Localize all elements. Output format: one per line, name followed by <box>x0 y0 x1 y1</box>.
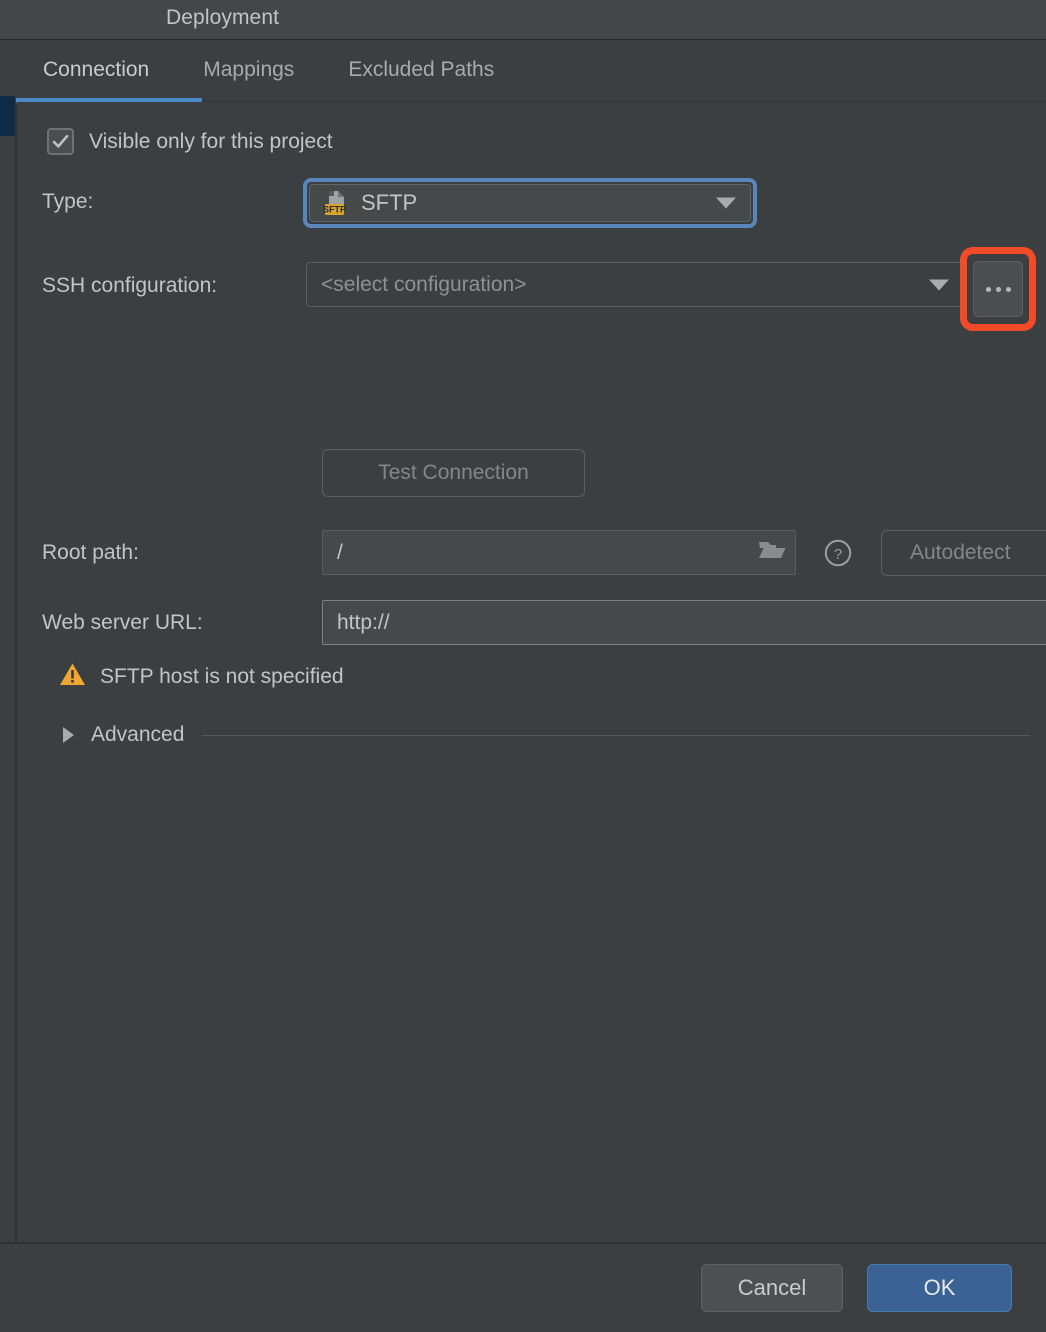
chevron-down-icon <box>929 279 949 290</box>
question-circle-icon[interactable]: ? <box>823 538 853 568</box>
folder-open-icon[interactable] <box>757 538 787 567</box>
type-value: SFTP <box>361 190 418 215</box>
root-path-input[interactable]: / <box>322 530 796 575</box>
advanced-section-toggle[interactable]: Advanced <box>51 717 1034 753</box>
tab-bar: Connection Mappings Excluded Paths <box>16 41 1046 102</box>
cancel-button[interactable]: Cancel <box>701 1264 843 1312</box>
visible-only-row: Visible only for this project <box>47 128 333 155</box>
test-connection-label: Test Connection <box>378 461 529 484</box>
tab-connection-label: Connection <box>43 58 150 81</box>
chevron-right-icon <box>63 727 74 743</box>
root-path-value: / <box>337 540 343 564</box>
ok-button[interactable]: OK <box>867 1264 1012 1312</box>
test-connection-button[interactable]: Test Connection <box>322 449 585 497</box>
ssh-configuration-combobox[interactable]: <select configuration> <box>306 262 964 307</box>
type-label: Type: <box>42 190 94 213</box>
connection-panel: Visible only for this project Type: SFTP… <box>17 102 1046 1242</box>
advanced-divider <box>202 734 1030 736</box>
autodetect-button[interactable]: Autodetect <box>881 530 1046 576</box>
sidebar-selection-indicator <box>0 96 15 136</box>
tab-mappings-label: Mappings <box>203 58 295 81</box>
web-server-url-label: Web server URL: <box>42 611 203 634</box>
ssh-configuration-browse-button[interactable] <box>973 261 1023 317</box>
validation-warning: SFTP host is not specified <box>59 662 344 692</box>
ok-button-label: OK <box>923 1275 956 1300</box>
autodetect-label: Autodetect <box>910 541 1011 564</box>
tab-excluded-paths[interactable]: Excluded Paths <box>321 41 521 99</box>
tab-connection[interactable]: Connection <box>16 41 176 99</box>
tab-excluded-paths-label: Excluded Paths <box>348 58 495 81</box>
sftp-file-icon: SFTP <box>322 189 350 217</box>
sidebar-strip <box>0 136 15 1242</box>
web-server-url-input[interactable]: http:// <box>322 600 1046 645</box>
type-combobox[interactable]: SFTP SFTP <box>303 178 757 228</box>
deployment-dialog: Deployment Connection Mappings Excluded … <box>0 0 1046 1332</box>
web-server-url-value: http:// <box>337 610 390 634</box>
svg-text:?: ? <box>834 546 842 563</box>
ellipsis-icon <box>985 286 1011 292</box>
advanced-label: Advanced <box>91 723 185 746</box>
visible-only-label: Visible only for this project <box>89 129 333 153</box>
validation-warning-text: SFTP host is not specified <box>100 665 344 688</box>
dialog-title: Deployment <box>166 6 280 29</box>
ssh-configuration-label: SSH configuration: <box>42 274 218 297</box>
visible-only-checkbox[interactable] <box>47 128 74 155</box>
chevron-down-icon <box>716 197 736 209</box>
root-path-label: Root path: <box>42 541 139 564</box>
svg-text:SFTP: SFTP <box>323 205 346 215</box>
dialog-titlebar: Deployment <box>0 0 1046 40</box>
ssh-configuration-value: <select configuration> <box>321 272 527 296</box>
check-icon <box>52 134 69 148</box>
tab-mappings[interactable]: Mappings <box>176 41 321 99</box>
warning-triangle-icon <box>59 662 86 692</box>
cancel-button-label: Cancel <box>737 1275 807 1300</box>
